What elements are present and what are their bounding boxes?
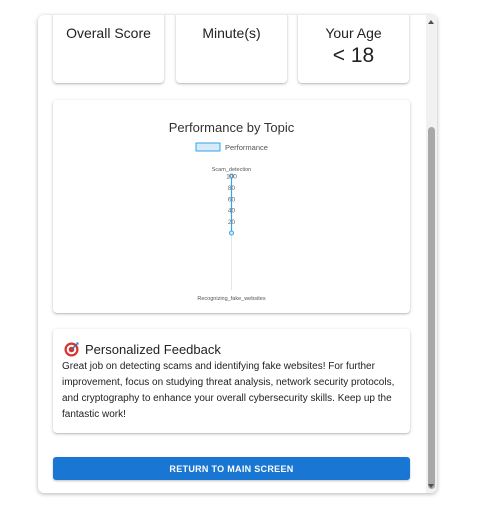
feedback-title: Personalized Feedback (85, 342, 221, 357)
overall-score-card: Overall Score (53, 15, 164, 83)
legend-label: Performance (225, 143, 268, 152)
results-panel: Overall Score Minute(s) Your Age < 18 Pe… (38, 15, 437, 493)
scroll-thumb[interactable] (428, 127, 435, 489)
minutes-label: Minute(s) (202, 25, 261, 41)
scrollbar[interactable] (426, 15, 437, 493)
target-icon (64, 342, 79, 357)
tick-label: 100 (226, 174, 237, 181)
tick-label: 60 (228, 196, 236, 203)
tick-label: 40 (228, 208, 236, 215)
category-label: Recognizing_fake_websites (197, 296, 265, 302)
legend-swatch (195, 142, 221, 152)
performance-chart-card: Performance by Topic Performance Scam_det… (53, 100, 410, 313)
return-to-main-button[interactable]: RETURN TO MAIN SCREEN (53, 457, 410, 480)
age-value: < 18 (332, 44, 375, 67)
minutes-card: Minute(s) (176, 15, 287, 83)
tick-label: 20 (228, 219, 236, 226)
age-card: Your Age < 18 (298, 15, 409, 83)
feedback-text: Great job on detecting scams and identif… (62, 361, 395, 420)
data-point (229, 230, 234, 236)
feedback-header: Personalized Feedback (64, 342, 221, 357)
scroll-down-arrow-icon[interactable] (428, 484, 434, 488)
category-label: Scam_detection (212, 167, 251, 173)
scroll-up-arrow-icon[interactable] (428, 20, 434, 24)
age-label: Your Age (325, 25, 382, 41)
performance-radar-chart: Performance Scam_detection Recognizing_fak… (195, 142, 268, 302)
feedback-card: Personalized Feedback Great job on detec… (53, 329, 410, 433)
overall-score-label: Overall Score (66, 25, 151, 41)
tick-label: 80 (228, 185, 236, 192)
